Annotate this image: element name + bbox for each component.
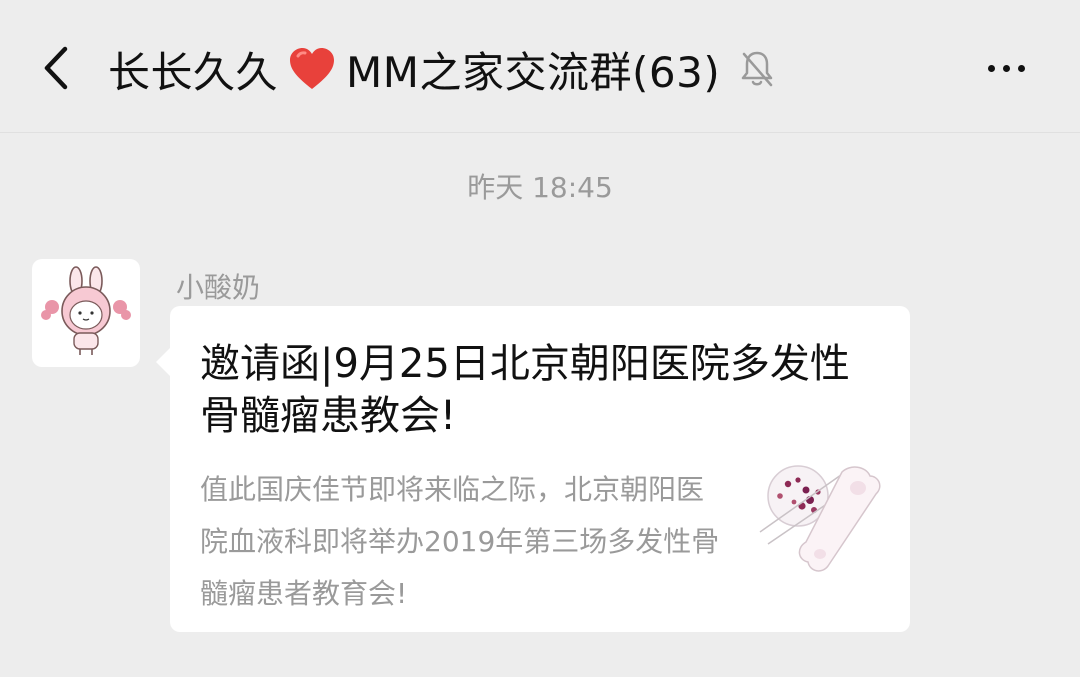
chat-title-prefix: 长长久久 (108, 47, 279, 97)
chat-header: 长长久久 MM之家交流群(63) (0, 0, 1080, 133)
bone-marrow-illustration-icon (759, 465, 881, 572)
chat-title: 长长久久 MM之家交流群(63) (108, 34, 776, 104)
more-dot (1002, 64, 1010, 72)
more-dot (987, 64, 995, 72)
sender-name: 小酸奶 (176, 271, 261, 304)
card-title: 邀请函|9月25日北京朝阳医院多发性骨髓瘤患教会! (200, 341, 850, 439)
message-timestamp: 昨天 18:45 (467, 171, 613, 204)
card-description: 值此国庆佳节即将来临之际，北京朝阳医院血液科即将举办2019年第三场多发性骨髓瘤… (200, 473, 720, 610)
link-card-message[interactable]: 邀请函|9月25日北京朝阳医院多发性骨髓瘤患教会! 值此国庆佳节即将来临之际，北… (156, 306, 910, 632)
chevron-left-icon (44, 46, 68, 90)
card-thumbnail (758, 462, 888, 582)
heart-icon (288, 47, 336, 91)
back-button[interactable] (28, 40, 84, 96)
more-dot (1017, 64, 1025, 72)
chat-title-suffix: MM之家交流群(63) (346, 47, 721, 97)
bunny-avatar-icon (41, 266, 131, 355)
bubble-arrow (156, 348, 170, 376)
more-options-button[interactable] (974, 46, 1038, 90)
sender-avatar[interactable] (32, 259, 140, 367)
bell-off-icon (738, 49, 776, 89)
